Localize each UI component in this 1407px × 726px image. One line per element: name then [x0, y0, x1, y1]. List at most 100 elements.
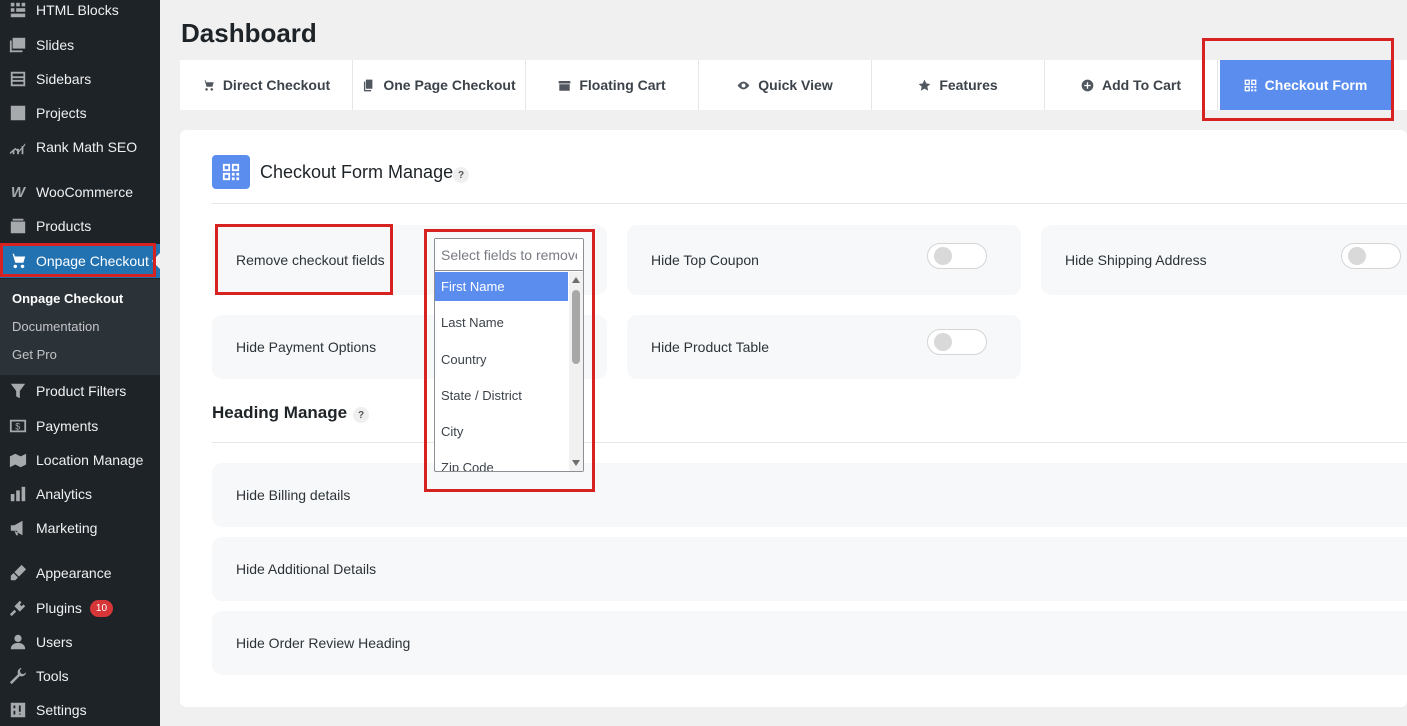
- qr-icon: [222, 163, 240, 181]
- help-icon[interactable]: ?: [353, 407, 369, 423]
- submenu-item-documentation[interactable]: Documentation: [12, 319, 99, 334]
- menu-label: Settings: [36, 702, 87, 718]
- hide-order-review-heading-label: Hide Order Review Heading: [236, 635, 411, 651]
- tab-features[interactable]: Features: [872, 60, 1045, 110]
- plugins-update-badge: 10: [89, 599, 114, 617]
- tab-one-page-checkout[interactable]: One Page Checkout: [353, 60, 526, 110]
- tab-checkout-form[interactable]: Checkout Form: [1220, 60, 1391, 110]
- tab-label: Add To Cart: [1101, 77, 1182, 93]
- menu-product-filters[interactable]: Product Filters: [0, 374, 160, 408]
- tab-quick-view[interactable]: Quick View: [699, 60, 872, 110]
- bar-chart-icon: [0, 485, 36, 503]
- admin-sidebar: HTML Blocks Slides Sidebars Projects Ran…: [0, 0, 160, 726]
- menu-marketing[interactable]: Marketing: [0, 511, 160, 545]
- hide-top-coupon-label: Hide Top Coupon: [651, 252, 759, 268]
- menu-label: Sidebars: [36, 71, 92, 87]
- menu-label: Users: [36, 634, 73, 650]
- menu-users[interactable]: Users: [0, 625, 160, 659]
- menu-woocommerce[interactable]: W WooCommerce: [0, 175, 160, 209]
- scroll-down-icon[interactable]: [572, 460, 580, 466]
- menu-appearance[interactable]: Appearance: [0, 556, 160, 590]
- location-icon: [0, 451, 36, 469]
- option-last-name[interactable]: Last Name: [435, 308, 568, 337]
- help-icon[interactable]: ?: [453, 167, 469, 183]
- projects-icon: [0, 104, 36, 122]
- archive-icon: [558, 79, 571, 92]
- star-icon: [918, 79, 931, 92]
- menu-analytics[interactable]: Analytics: [0, 477, 160, 511]
- tab-label: Quick View: [758, 77, 833, 93]
- menu-sidebars[interactable]: Sidebars: [0, 62, 160, 96]
- remove-fields-search-input[interactable]: [435, 239, 583, 271]
- submenu-item-onpage-checkout[interactable]: Onpage Checkout: [12, 291, 123, 306]
- user-icon: [0, 633, 36, 651]
- hide-billing-details-label: Hide Billing details: [236, 487, 351, 503]
- wrench-icon: [0, 667, 36, 685]
- slides-icon: [0, 36, 36, 54]
- tab-label: Checkout Form: [1264, 77, 1368, 93]
- scroll-up-icon[interactable]: [572, 277, 580, 283]
- section-divider: [212, 203, 1407, 204]
- menu-label: Analytics: [36, 486, 93, 502]
- menu-label: Appearance: [36, 565, 112, 581]
- menu-products[interactable]: Products: [0, 209, 160, 243]
- settings-icon: [0, 701, 36, 719]
- menu-rank-math-seo[interactable]: Rank Math SEO: [0, 130, 160, 164]
- hide-product-table-toggle[interactable]: [927, 329, 987, 355]
- menu-html-blocks[interactable]: HTML Blocks: [0, 0, 160, 27]
- hide-shipping-address-card: Hide Shipping Address: [1041, 225, 1407, 295]
- option-country[interactable]: Country: [435, 345, 568, 374]
- page-title: Dashboard: [181, 18, 317, 48]
- tab-direct-checkout[interactable]: Direct Checkout: [180, 60, 353, 110]
- hide-product-table-card: Hide Product Table: [627, 315, 1021, 379]
- remove-fields-select[interactable]: First Name Last Name Country State / Dis…: [434, 238, 584, 472]
- options-scrollbar[interactable]: [569, 272, 583, 471]
- menu-label: WooCommerce: [36, 184, 133, 200]
- menu-onpage-checkout[interactable]: Onpage Checkout: [0, 244, 160, 278]
- menu-label: Projects: [36, 105, 87, 121]
- copy-icon: [362, 79, 375, 92]
- cart-icon: [202, 79, 215, 92]
- menu-label: Onpage Checkout: [36, 253, 149, 269]
- brush-icon: [0, 564, 36, 582]
- menu-projects[interactable]: Projects: [0, 96, 160, 130]
- hide-additional-details-label: Hide Additional Details: [236, 561, 377, 577]
- tab-label: Features: [939, 77, 998, 93]
- menu-tools[interactable]: Tools: [0, 659, 160, 693]
- option-state-district[interactable]: State / District: [435, 381, 568, 410]
- menu-slides[interactable]: Slides: [0, 28, 160, 62]
- hide-additional-details-card: Hide Additional Details: [212, 537, 1407, 601]
- hide-top-coupon-toggle[interactable]: [927, 243, 987, 269]
- menu-label: Plugins: [36, 600, 82, 616]
- tab-floating-cart[interactable]: Floating Cart: [526, 60, 699, 110]
- option-first-name[interactable]: First Name: [435, 272, 568, 301]
- checkout-form-section-title: Checkout Form Manage: [260, 162, 454, 182]
- menu-plugins[interactable]: Plugins 10: [0, 591, 160, 625]
- option-zip-code[interactable]: Zip Code: [435, 453, 568, 471]
- tab-add-to-cart[interactable]: Add To Cart: [1045, 60, 1218, 110]
- menu-settings[interactable]: Settings: [0, 693, 160, 726]
- remove-checkout-fields-label: Remove checkout fields: [236, 252, 385, 268]
- menu-label: Marketing: [36, 520, 98, 536]
- option-city[interactable]: City: [435, 417, 568, 446]
- menu-payments[interactable]: $ Payments: [0, 409, 160, 443]
- megaphone-icon: [0, 519, 36, 537]
- remove-fields-options-list: First Name Last Name Country State / Dis…: [435, 272, 583, 471]
- menu-location-manage[interactable]: Location Manage: [0, 443, 160, 477]
- toggle-knob: [934, 333, 952, 351]
- hide-order-review-heading-card: Hide Order Review Heading: [212, 611, 1407, 675]
- submenu-item-get-pro[interactable]: Get Pro: [12, 347, 57, 362]
- hide-shipping-address-toggle[interactable]: [1341, 243, 1401, 269]
- eye-icon: [737, 79, 750, 92]
- hide-product-table-label: Hide Product Table: [651, 339, 770, 355]
- checkout-form-section-icon: [212, 155, 250, 189]
- menu-label: Product Filters: [36, 383, 127, 399]
- grid-icon: [0, 1, 36, 19]
- plug-icon: [0, 599, 36, 617]
- hide-shipping-address-label: Hide Shipping Address: [1065, 252, 1207, 268]
- plus-circle-icon: [1081, 79, 1094, 92]
- tab-label: One Page Checkout: [383, 77, 516, 93]
- filter-icon: [0, 382, 36, 400]
- scrollbar-thumb[interactable]: [572, 290, 580, 364]
- woo-icon: W: [10, 183, 26, 201]
